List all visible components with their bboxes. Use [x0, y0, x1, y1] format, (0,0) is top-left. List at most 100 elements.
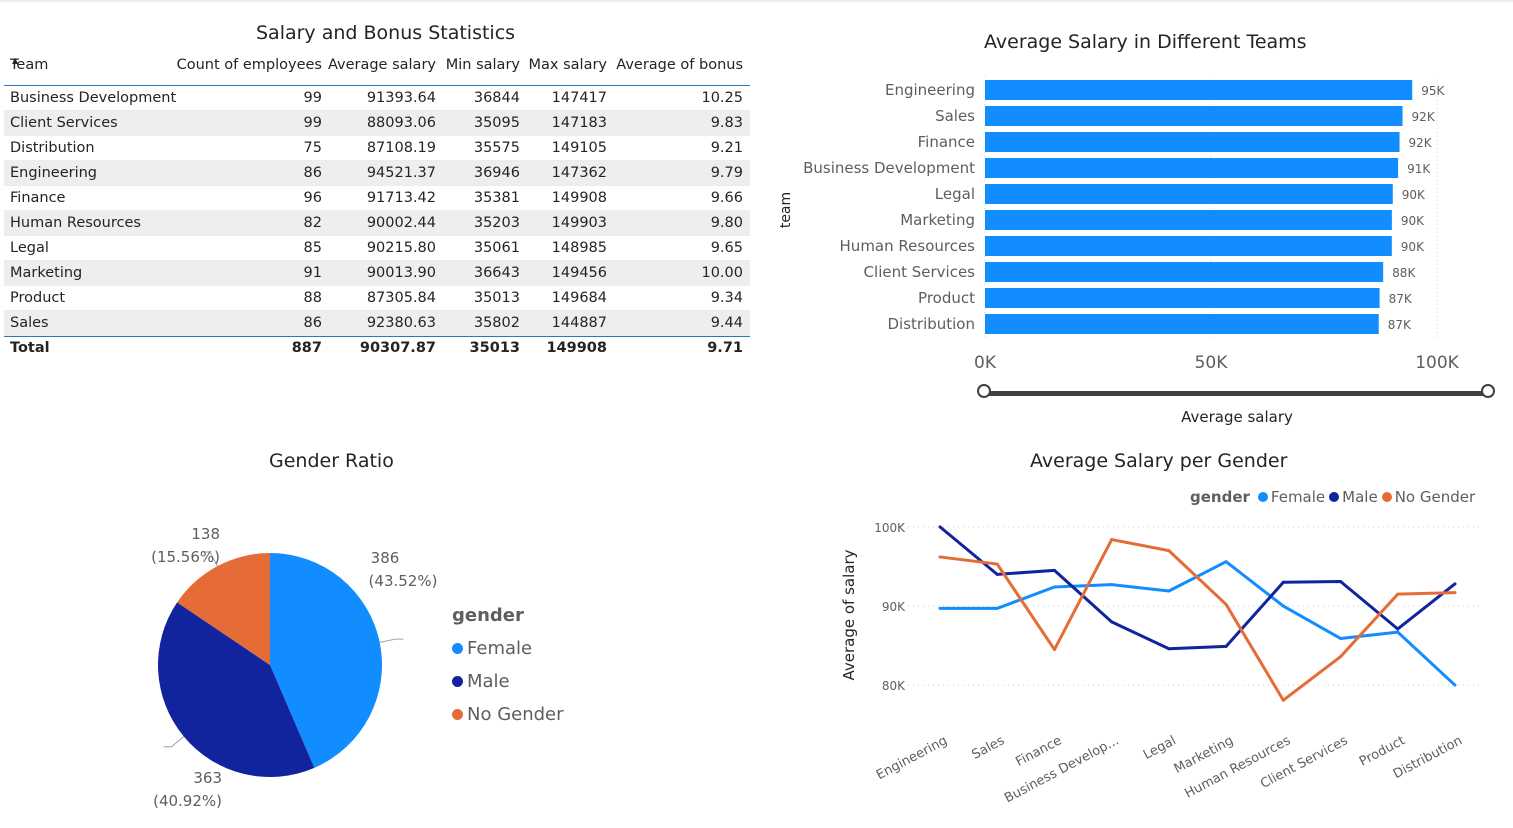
x-tick-label: Human Resources	[1183, 733, 1294, 801]
line-point[interactable]	[1281, 604, 1285, 608]
total-max-salary: 149908	[546, 340, 607, 356]
legend-dot-icon	[1257, 492, 1268, 502]
line-point[interactable]	[995, 572, 999, 576]
cell-max-salary: 149684	[551, 290, 607, 306]
column-header-avg-salary[interactable]: Average salary	[328, 57, 436, 73]
cell-max-salary: 147183	[551, 115, 607, 131]
cell-avg-salary: 92380.63	[366, 315, 436, 331]
legend-item-male[interactable]: Male	[1329, 488, 1378, 506]
legend-item-female[interactable]: Female	[1257, 488, 1325, 506]
table-row[interactable]: Marketing 91 90013.90 36643 149456 10.00	[4, 261, 750, 286]
line-point[interactable]	[1339, 655, 1343, 659]
line-point[interactable]	[1396, 630, 1400, 634]
cell-min-salary: 35061	[473, 240, 520, 256]
line-point[interactable]	[938, 525, 942, 529]
cell-count: 82	[303, 215, 322, 231]
legend-item-male[interactable]: Male	[452, 665, 564, 698]
line-point[interactable]	[1167, 549, 1171, 553]
data-label: 92K	[1412, 110, 1436, 124]
leader-line	[379, 638, 404, 643]
bar[interactable]	[985, 236, 1392, 256]
total-min-salary: 35013	[469, 340, 520, 356]
line-point[interactable]	[1224, 644, 1228, 648]
line-point[interactable]	[1110, 620, 1114, 624]
bar[interactable]	[985, 314, 1379, 334]
series-line[interactable]	[940, 560, 1457, 687]
slider-handle-max[interactable]	[1481, 384, 1495, 398]
top-border	[0, 0, 1513, 3]
x-axis-title: Average salary	[1181, 408, 1293, 426]
y-tick-label: 80K	[882, 679, 906, 693]
bar[interactable]	[985, 262, 1384, 282]
bar[interactable]	[985, 210, 1392, 230]
y-tick-label: Human Resources	[840, 237, 976, 255]
cell-avg-salary: 90002.44	[366, 215, 436, 231]
line-point[interactable]	[1052, 585, 1056, 589]
line-point[interactable]	[1167, 647, 1171, 651]
table-row[interactable]: Finance 96 91713.42 35381 149908 9.66	[4, 186, 750, 211]
legend-dot-icon	[1329, 492, 1340, 502]
line-point[interactable]	[1167, 589, 1171, 593]
line-point[interactable]	[995, 606, 999, 610]
line-point[interactable]	[938, 555, 942, 559]
column-header-avg-bonus[interactable]: Average of bonus	[616, 57, 743, 73]
y-tick-label: 100K	[874, 521, 906, 535]
line-point[interactable]	[1281, 580, 1285, 584]
line-point[interactable]	[1224, 602, 1228, 606]
x-tick-label: 0K	[974, 353, 997, 373]
legend-item-female[interactable]: Female	[452, 632, 564, 665]
line-point[interactable]	[1339, 636, 1343, 640]
line-point[interactable]	[1396, 627, 1400, 631]
data-label: 88K	[1392, 266, 1416, 280]
legend-item-no-gender[interactable]: No Gender	[452, 698, 564, 731]
data-label: 92K	[1409, 136, 1433, 150]
cell-count: 99	[303, 90, 322, 106]
axis-range-slider-track[interactable]	[985, 391, 1488, 396]
legend-dot-icon	[1381, 492, 1392, 502]
legend-item-no-gender[interactable]: No Gender	[1381, 488, 1475, 506]
bar[interactable]	[985, 106, 1403, 126]
slider-handle-min[interactable]	[977, 384, 991, 398]
slice-value-label: 386	[371, 549, 400, 567]
bar[interactable]	[985, 158, 1399, 178]
line-point[interactable]	[1396, 592, 1400, 596]
table-row[interactable]: Engineering 86 94521.37 36946 147362 9.79	[4, 161, 750, 186]
bar[interactable]	[985, 132, 1400, 152]
column-header-max-salary[interactable]: Max salary	[529, 57, 607, 73]
table-row[interactable]: Human Resources 82 90002.44 35203 149903 9.80	[4, 211, 750, 236]
cell-max-salary: 147362	[551, 165, 607, 181]
line-point[interactable]	[1453, 591, 1457, 595]
sort-ascending-icon[interactable]: ▲	[12, 57, 18, 65]
cell-team: Client Services	[10, 115, 118, 131]
table-row[interactable]: Business Development 99 91393.64 36844 14741…	[4, 86, 750, 111]
table-row[interactable]: Distribution 75 87108.19 35575 149105 9.21	[4, 136, 750, 161]
legend-dot-icon	[452, 676, 463, 687]
line-point[interactable]	[1110, 538, 1114, 542]
line-point[interactable]	[1052, 648, 1056, 652]
line-point[interactable]	[995, 562, 999, 566]
y-axis-title: Average of salary	[840, 549, 858, 680]
line-point[interactable]	[938, 606, 942, 610]
line-point[interactable]	[1453, 683, 1457, 687]
line-point[interactable]	[1052, 568, 1056, 572]
cell-avg-salary: 87108.19	[366, 140, 436, 156]
line-point[interactable]	[1110, 583, 1114, 587]
cell-team: Engineering	[10, 165, 97, 181]
bar[interactable]	[985, 184, 1393, 204]
column-header-min-salary[interactable]: Min salary	[446, 57, 520, 73]
table-row[interactable]: Sales 86 92380.63 35802 144887 9.44	[4, 311, 750, 336]
series-line[interactable]	[939, 525, 1456, 651]
line-point[interactable]	[1224, 560, 1228, 564]
table-row[interactable]: Client Services 99 88093.06 35095 147183 9.83	[4, 111, 750, 136]
line-point[interactable]	[1339, 579, 1343, 583]
line-point[interactable]	[1453, 582, 1457, 586]
column-header-count[interactable]: Count of employees	[177, 57, 322, 73]
table-row[interactable]: Product 88 87305.84 35013 149684 9.34	[4, 286, 750, 311]
line-point[interactable]	[1281, 698, 1285, 702]
bar[interactable]	[985, 288, 1380, 308]
slice-percent-label: (43.52%)	[369, 572, 438, 590]
cell-avg-salary: 94521.37	[366, 165, 436, 181]
series-line[interactable]	[939, 538, 1456, 702]
table-row[interactable]: Legal 85 90215.80 35061 148985 9.65	[4, 236, 750, 261]
bar[interactable]	[985, 80, 1413, 100]
